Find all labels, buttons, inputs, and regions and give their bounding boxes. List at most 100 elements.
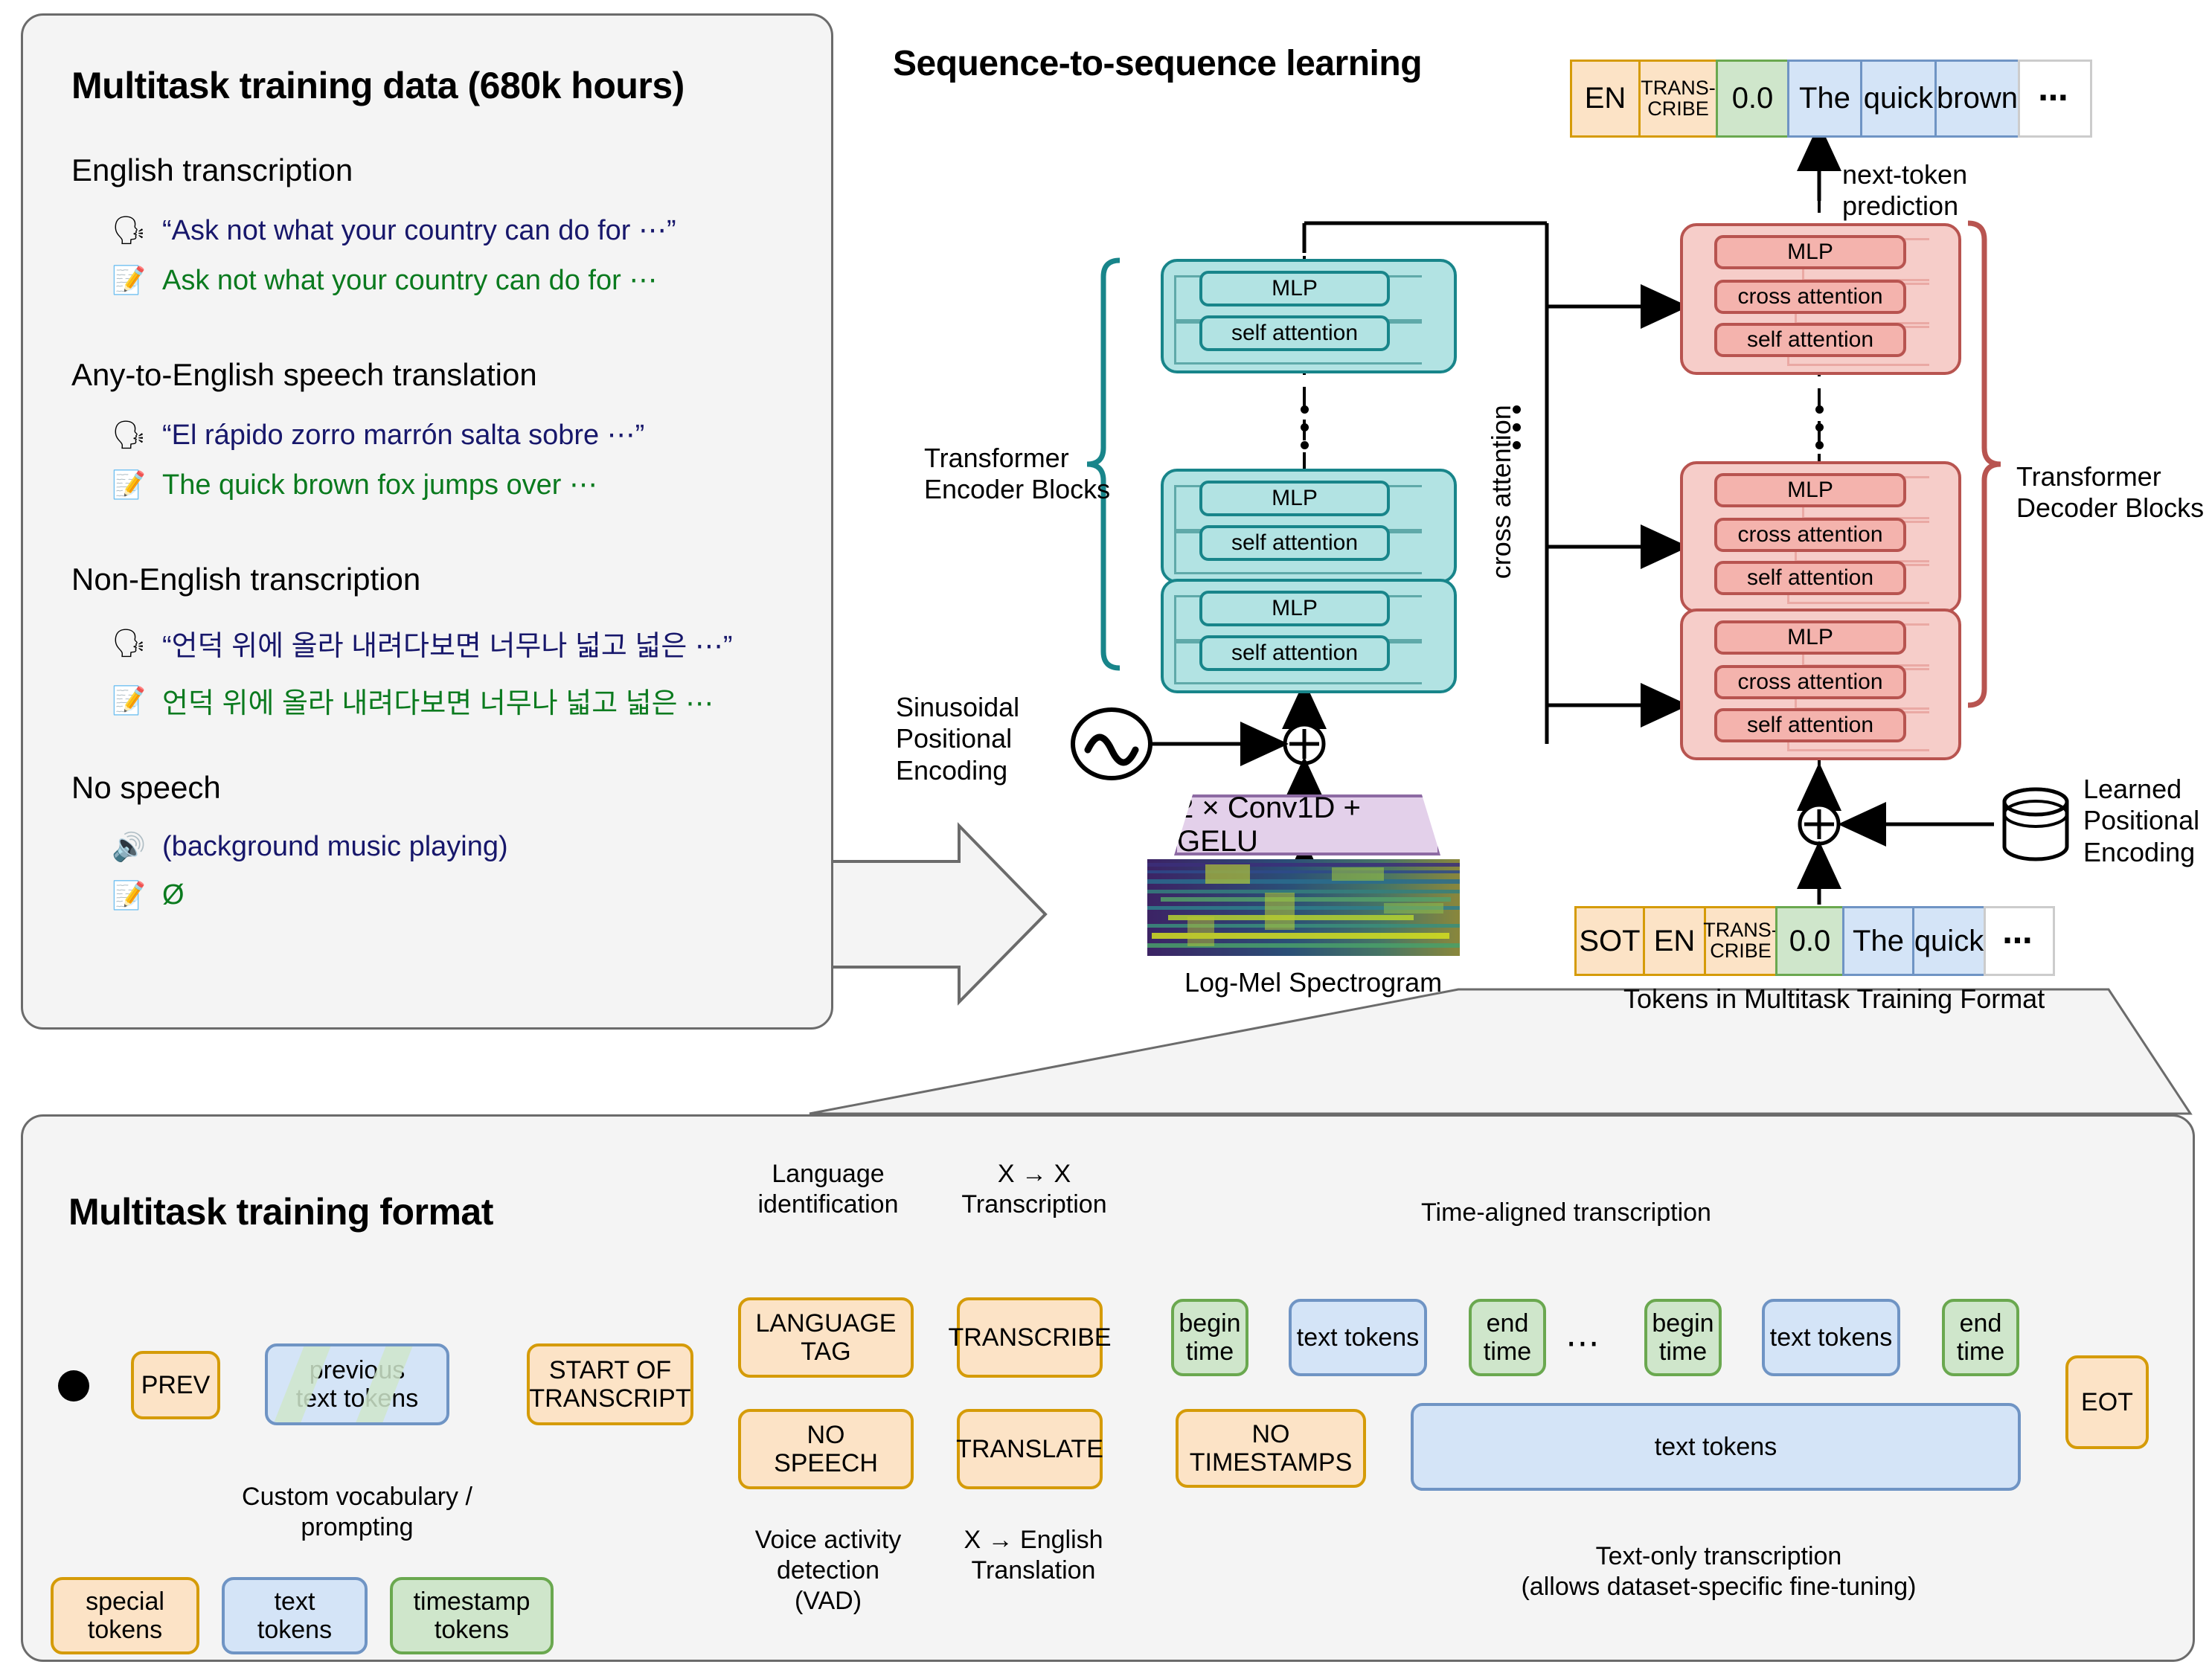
node-end-time-1[interactable]: end time	[1469, 1299, 1546, 1376]
encoder-block-bottom: MLP self attention	[1161, 579, 1457, 693]
output-token-strip: EN TRANS- CRIBE 0.0 The quick brown ⋯	[1570, 60, 2092, 138]
encoder-self-attention[interactable]: self attention	[1199, 525, 1390, 561]
node-prev[interactable]: PREV	[131, 1351, 220, 1419]
token-brown[interactable]: brown	[1934, 60, 2018, 138]
decoder-block-top: MLP cross attention self attention	[1680, 223, 1961, 375]
example-transcript-row: 📝 The quick brown fox jumps over ⋯	[112, 468, 644, 501]
decoder-block-mid: MLP cross attention self attention	[1680, 461, 1961, 613]
example-transcript-row: 📝 언덕 위에 올라 내려다보면 너무나 넓고 넓은 ⋯	[112, 680, 733, 721]
example-audio-row: 🗣 “El rápido zorro marrón salta sobre ⋯”	[112, 418, 644, 452]
decoder-mlp[interactable]: MLP	[1714, 235, 1906, 269]
token-en[interactable]: EN	[1570, 60, 1638, 138]
decoder-mlp[interactable]: MLP	[1714, 620, 1906, 655]
annotation-custom-vocabulary: Custom vocabulary / prompting	[242, 1483, 472, 1541]
spectrogram-caption: Log-Mel Spectrogram	[1184, 967, 1443, 998]
token-quick[interactable]: quick	[1912, 906, 1984, 976]
cross-attention-label: cross attention	[1485, 405, 1516, 579]
category-no-speech: No speech 🔊 (background music playing) 📝…	[71, 770, 508, 911]
node-translate[interactable]: TRANSLATE	[956, 1409, 1103, 1489]
training-data-title: Multitask training data (680k hours)	[71, 65, 685, 106]
category-any-to-english-translation: Any-to-English speech translation 🗣 “El …	[71, 357, 644, 501]
log-mel-spectrogram	[1147, 859, 1460, 956]
decoder-cross-attention[interactable]: cross attention	[1714, 665, 1906, 699]
node-no-speech[interactable]: NO SPEECH	[738, 1409, 914, 1489]
node-transcribe[interactable]: TRANSCRIBE	[948, 1297, 1112, 1378]
node-begin-time-2[interactable]: begin time	[1644, 1299, 1722, 1376]
node-no-timestamps[interactable]: NO TIMESTAMPS	[1176, 1409, 1366, 1488]
example-audio-text: (background music playing)	[162, 831, 508, 862]
memo-pencil-icon: 📝	[112, 880, 147, 911]
decoder-block-bottom: MLP cross attention self attention	[1680, 609, 1961, 760]
token-en[interactable]: EN	[1643, 906, 1704, 976]
decoder-ellipsis-dots	[1815, 405, 1824, 449]
node-eot[interactable]: EOT	[2065, 1355, 2149, 1449]
decoder-self-attention[interactable]: self attention	[1714, 708, 1906, 742]
encoder-self-attention[interactable]: self attention	[1199, 315, 1390, 351]
speaking-head-icon: 🗣	[112, 628, 147, 658]
speaking-head-icon: 🗣	[112, 215, 147, 245]
node-previous-text-tokens[interactable]: previous text tokens	[265, 1343, 449, 1425]
token-quick[interactable]: quick	[1860, 60, 1934, 138]
category-heading: No speech	[71, 770, 221, 805]
token-timestamp-00[interactable]: 0.0	[1716, 60, 1787, 138]
decoder-self-attention[interactable]: self attention	[1714, 323, 1906, 357]
conv1d-gelu-block[interactable]: 2 × Conv1D + GELU	[1174, 794, 1440, 855]
decoder-cross-attention[interactable]: cross attention	[1714, 518, 1906, 552]
annotation-voice-activity-detection: Voice activity detection (VAD)	[754, 1526, 902, 1615]
category-non-english-transcription: Non-English transcription 🗣 “언덕 위에 올라 내려…	[71, 562, 733, 721]
encoder-self-attention[interactable]: self attention	[1199, 635, 1390, 671]
flow-arrow-big	[810, 822, 1048, 1006]
example-transcript-row: 📝 Ask not what your country can do for ⋯	[112, 263, 676, 297]
decoder-bracket-label: Transformer Decoder Blocks	[2016, 461, 2205, 524]
example-audio-text: “언덕 위에 올라 내려다보면 너무나 넓고 넓은 ⋯”	[162, 631, 733, 662]
annotation-time-aligned-transcription: Time-aligned transcription	[1421, 1198, 1711, 1227]
decoder-mlp[interactable]: MLP	[1714, 473, 1906, 507]
category-english-transcription: English transcription 🗣 “Ask not what yo…	[71, 152, 676, 297]
encoder-mlp[interactable]: MLP	[1199, 271, 1390, 306]
encoder-block-top: MLP self attention	[1161, 259, 1457, 373]
node-text-tokens-long[interactable]: text tokens	[1411, 1403, 2021, 1491]
decoder-bracket	[1967, 220, 2001, 708]
token-the[interactable]: The	[1787, 60, 1860, 138]
legend-text-tokens: text tokens	[222, 1577, 368, 1654]
token-ellipsis: ⋯	[2018, 60, 2092, 138]
memo-pencil-icon: 📝	[112, 685, 147, 716]
node-text-tokens-1[interactable]: text tokens	[1289, 1299, 1427, 1376]
start-node	[58, 1370, 89, 1402]
example-transcript-text: Ask not what your country can do for ⋯	[162, 265, 658, 296]
category-heading: Any-to-English speech translation	[71, 357, 537, 392]
token-transcribe[interactable]: TRANS- CRIBE	[1703, 906, 1778, 976]
category-heading: Non-English transcription	[71, 562, 421, 597]
encoder-mlp[interactable]: MLP	[1199, 591, 1390, 626]
token-transcribe[interactable]: TRANS- CRIBE	[1638, 60, 1716, 138]
node-text-tokens-2[interactable]: text tokens	[1762, 1299, 1900, 1376]
token-the[interactable]: The	[1842, 906, 1912, 976]
example-transcript-text: The quick brown fox jumps over ⋯	[162, 469, 598, 501]
example-transcript-row: 📝 Ø	[112, 879, 508, 911]
token-timestamp-00[interactable]: 0.0	[1775, 906, 1842, 976]
decoder-cross-attention[interactable]: cross attention	[1714, 280, 1906, 314]
memo-pencil-icon: 📝	[112, 469, 147, 500]
multitask-format-title: Multitask training format	[68, 1191, 493, 1233]
example-audio-text: “Ask not what your country can do for ⋯”	[162, 215, 676, 246]
loudspeaker-icon: 🔊	[112, 832, 147, 862]
decoder-self-attention[interactable]: self attention	[1714, 561, 1906, 595]
node-end-time-2[interactable]: end time	[1942, 1299, 2019, 1376]
example-audio-text: “El rápido zorro marrón salta sobre ⋯”	[162, 420, 645, 451]
database-cylinder-icon	[2002, 787, 2069, 861]
input-token-strip: SOT EN TRANS- CRIBE 0.0 The quick ⋯	[1574, 906, 2055, 976]
tokens-caption: Tokens in Multitask Training Format	[1623, 983, 2045, 1014]
category-heading: English transcription	[71, 152, 353, 187]
example-audio-row: 🔊 (background music playing)	[112, 831, 508, 863]
encoder-bracket-label: Transformer Encoder Blocks	[924, 443, 1111, 505]
annotation-x-to-english-translation: X → English Translation	[964, 1526, 1103, 1585]
encoder-ellipsis-dots	[1301, 405, 1309, 449]
token-sot[interactable]: SOT	[1574, 906, 1643, 976]
node-language-tag[interactable]: LANGUAGE TAG	[738, 1297, 914, 1378]
annotation-x-to-x-transcription: X → X Transcription	[961, 1160, 1107, 1219]
node-start-of-transcript[interactable]: START OF TRANSCRIPT	[527, 1343, 693, 1425]
node-begin-time-1[interactable]: begin time	[1171, 1299, 1248, 1376]
encoder-mlp[interactable]: MLP	[1199, 481, 1390, 516]
learned-pe-label: Learned Positional Encoding	[2083, 774, 2200, 867]
sinusoidal-pe-label: Sinusoidal Positional Encoding	[896, 692, 1020, 786]
